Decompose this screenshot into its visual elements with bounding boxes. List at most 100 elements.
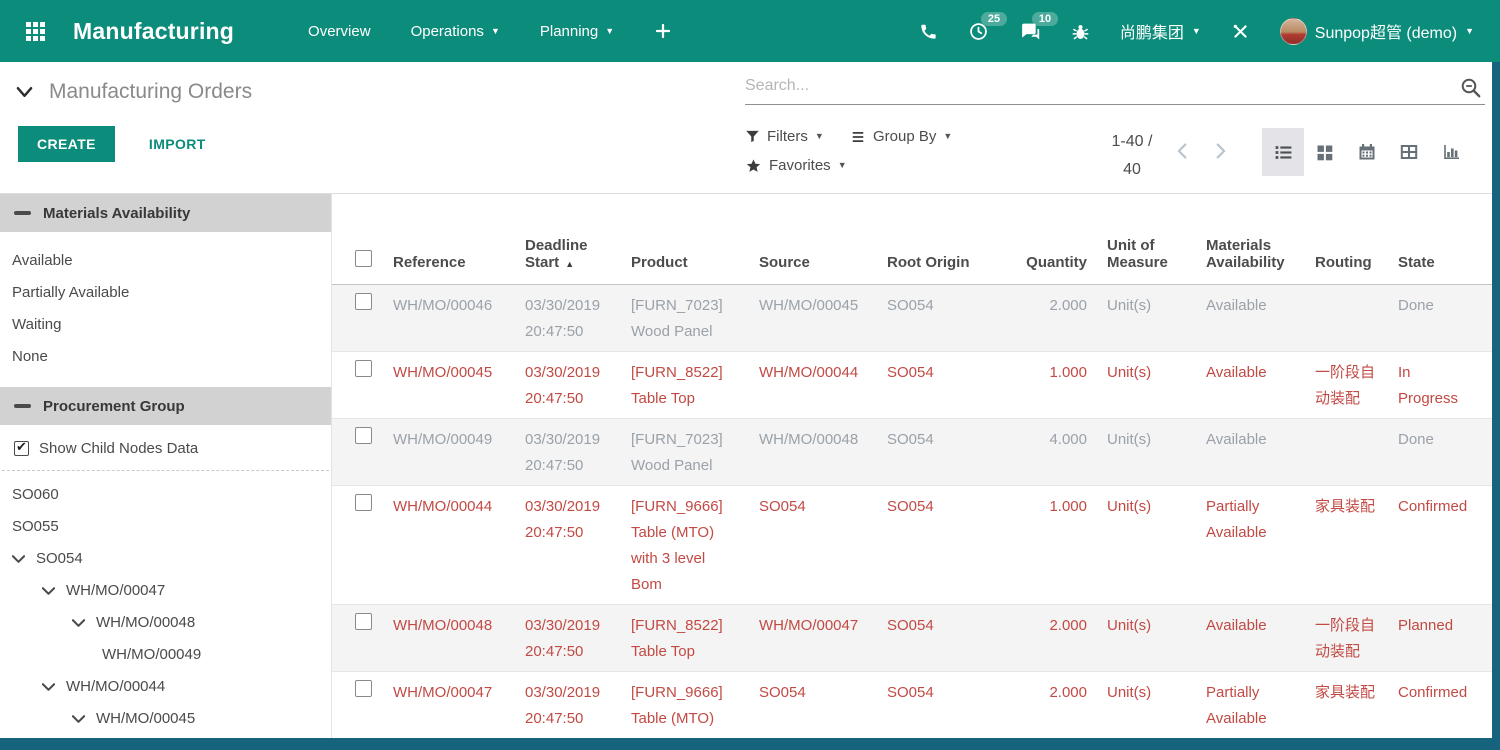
tree-item[interactable]: SO055	[0, 511, 331, 543]
show-child-nodes-checkbox[interactable]	[14, 441, 29, 456]
kanban-view-button[interactable]	[1304, 128, 1346, 176]
cell-root_origin: SO054	[881, 351, 1012, 418]
search-icon[interactable]	[1459, 76, 1483, 105]
cell-product: [FURN_8522] Table Top	[625, 351, 753, 418]
cell-uom: Unit(s)	[1101, 284, 1200, 351]
cell-deadline: 03/30/2019 20:47:50	[519, 418, 625, 485]
tree-item[interactable]: SO054	[0, 543, 331, 575]
tree-item[interactable]: WH/MO/00044	[0, 671, 331, 703]
tree-item-label: WH/MO/00047	[66, 575, 165, 607]
row-checkbox[interactable]	[355, 427, 372, 444]
chevron-down-icon: ▼	[943, 132, 952, 141]
section-procurement-group[interactable]: Procurement Group	[0, 387, 331, 425]
activities-clock-icon[interactable]: 25	[968, 21, 989, 42]
user-menu[interactable]: Sunpop超管 (demo) ▼	[1280, 18, 1474, 45]
cell-source: WH/MO/00044	[753, 351, 881, 418]
tree-item-label: SO055	[12, 511, 59, 543]
column-header[interactable]: State	[1392, 194, 1492, 284]
column-header[interactable]: Root Origin	[881, 194, 1012, 284]
filters-dropdown[interactable]: Filters ▼	[745, 128, 824, 145]
column-header[interactable]: Materials Availability	[1200, 194, 1309, 284]
filter-item[interactable]: None	[0, 341, 331, 373]
select-all-header[interactable]	[332, 194, 387, 284]
column-header[interactable]: Quantity	[1012, 194, 1101, 284]
search-input[interactable]	[745, 74, 1435, 95]
company-switcher[interactable]: 尚鹏集团 ▼	[1120, 19, 1201, 43]
vertical-scrollbar[interactable]	[1492, 62, 1500, 738]
tree-item[interactable]: WH/MO/00048	[0, 607, 331, 639]
tree-item-label: WH/MO/00049	[102, 639, 201, 671]
add-menu-button[interactable]	[654, 22, 672, 40]
tree-item-label: WH/MO/00045	[96, 703, 195, 735]
cell-deadline: 03/30/2019 20:47:50	[519, 485, 625, 604]
cell-routing: 家具装配	[1309, 671, 1392, 738]
tree-item[interactable]: WH/MO/00047	[0, 575, 331, 607]
table-row[interactable]: WH/MO/0004803/30/2019 20:47:50[FURN_8522…	[332, 604, 1492, 671]
bug-icon[interactable]	[1071, 22, 1090, 41]
table-row[interactable]: WH/MO/0004403/30/2019 20:47:50[FURN_9666…	[332, 485, 1492, 604]
menu-overview[interactable]: Overview	[308, 23, 371, 40]
create-button[interactable]: CREATE	[18, 126, 115, 162]
select-all-checkbox[interactable]	[355, 250, 372, 267]
table-row[interactable]: WH/MO/0004703/30/2019 20:47:50[FURN_9666…	[332, 671, 1492, 738]
column-header-label: Source	[759, 254, 810, 271]
messages-icon[interactable]: 10	[1019, 21, 1041, 42]
pivot-view-button[interactable]	[1388, 128, 1430, 176]
tree-item[interactable]: WH/MO/00045	[0, 703, 331, 735]
cell-reference: WH/MO/00044	[387, 485, 519, 604]
show-child-nodes-row: Show Child Nodes Data	[0, 425, 331, 470]
column-header[interactable]: Source	[753, 194, 881, 284]
chevron-down-icon[interactable]	[12, 555, 36, 564]
horizontal-scrollbar[interactable]	[0, 738, 1500, 750]
tree-item[interactable]: WH/MO/00049	[0, 639, 331, 671]
chevron-down-icon[interactable]	[42, 587, 66, 596]
tools-icon[interactable]	[1231, 22, 1250, 41]
column-header-label: State	[1398, 254, 1435, 271]
calendar-view-button[interactable]	[1346, 128, 1388, 176]
tree-item[interactable]: SO060	[0, 479, 331, 511]
chevron-down-icon[interactable]	[16, 86, 33, 98]
table-row[interactable]: WH/MO/0004903/30/2019 20:47:50[FURN_7023…	[332, 418, 1492, 485]
list-view-button[interactable]	[1262, 128, 1304, 176]
phone-icon[interactable]	[919, 22, 938, 41]
orders-table: ReferenceDeadline Start▲Product Source Roo…	[332, 194, 1492, 738]
row-checkbox[interactable]	[355, 494, 372, 511]
cell-deadline: 03/30/2019 20:47:50	[519, 351, 625, 418]
graph-view-button[interactable]	[1430, 128, 1472, 176]
row-checkbox[interactable]	[355, 613, 372, 630]
cell-materials: Partially Available	[1200, 485, 1309, 604]
column-header[interactable]: Reference	[387, 194, 519, 284]
chevron-down-icon[interactable]	[72, 619, 96, 628]
pager-next-button[interactable]	[1209, 140, 1231, 167]
table-row[interactable]: WH/MO/0004603/30/2019 20:47:50[FURN_7023…	[332, 284, 1492, 351]
cell-state: Done	[1392, 284, 1492, 351]
filter-item[interactable]: Available	[0, 245, 331, 277]
filter-item[interactable]: Waiting	[0, 309, 331, 341]
cell-state: Confirmed	[1392, 671, 1492, 738]
row-checkbox[interactable]	[355, 293, 372, 310]
column-header[interactable]: Deadline Start▲	[519, 194, 625, 284]
column-header[interactable]: Routing	[1309, 194, 1392, 284]
cell-product: [FURN_7023] Wood Panel	[625, 418, 753, 485]
apps-grid-icon[interactable]	[26, 22, 45, 41]
filter-item[interactable]: Partially Available	[0, 277, 331, 309]
row-checkbox[interactable]	[355, 680, 372, 697]
row-checkbox[interactable]	[355, 360, 372, 377]
menu-planning[interactable]: Planning ▼	[540, 23, 614, 40]
section-materials-availability[interactable]: Materials Availability	[0, 194, 331, 232]
table-row[interactable]: WH/MO/0004503/30/2019 20:47:50[FURN_8522…	[332, 351, 1492, 418]
plus-icon	[654, 22, 672, 40]
chevron-down-icon[interactable]	[72, 715, 96, 724]
favorites-dropdown[interactable]: Favorites ▼	[745, 157, 847, 174]
group-by-dropdown[interactable]: Group By ▼	[850, 128, 952, 145]
chevron-down-icon[interactable]	[42, 683, 66, 692]
column-header[interactable]: Product	[625, 194, 753, 284]
import-button[interactable]: IMPORT	[149, 136, 206, 152]
pager-previous-button[interactable]	[1172, 140, 1194, 167]
menu-operations[interactable]: Operations ▼	[411, 23, 500, 40]
column-header-label: Quantity	[1026, 254, 1087, 271]
chevron-down-icon: ▼	[1192, 27, 1201, 36]
column-header[interactable]: Unit of Measure	[1101, 194, 1200, 284]
row-select-cell	[332, 351, 387, 418]
app-title[interactable]: Manufacturing	[73, 18, 234, 45]
